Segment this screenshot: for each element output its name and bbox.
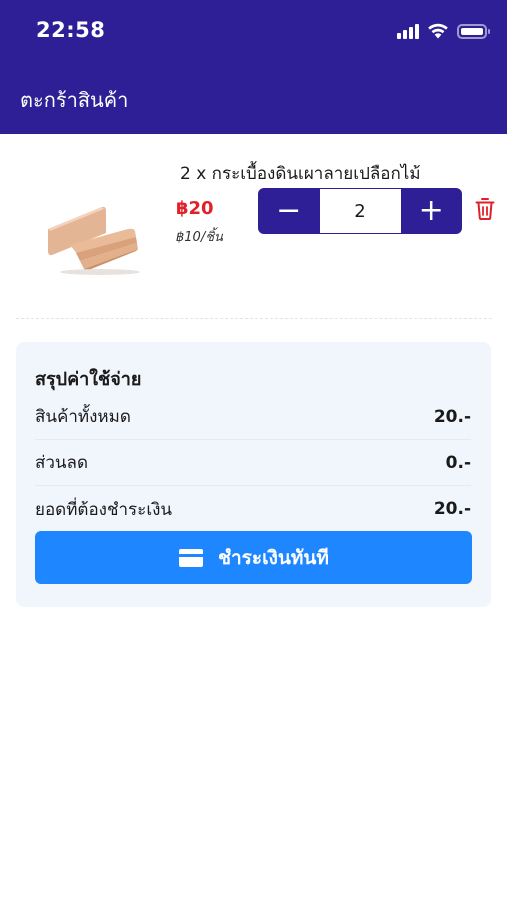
summary-row-value: 20.-: [433, 499, 471, 519]
pay-now-label: ชำระเงินทันที: [218, 546, 329, 569]
clay-tile-product-image: [48, 206, 140, 275]
summary-row-label: สินค้าทั้งหมด: [35, 407, 131, 427]
page-title: ตะกร้าสินค้า: [20, 88, 129, 112]
credit-card-icon: [179, 548, 204, 567]
battery-icon: [457, 23, 490, 39]
wifi-icon: [428, 23, 448, 39]
item-unit-price: ฿10/ชิ้น: [176, 230, 223, 245]
status-time: 22:58: [36, 18, 106, 42]
summary-row-label: ยอดที่ต้องชำระเงิน: [35, 499, 173, 520]
section-divider: [16, 318, 492, 319]
summary-card: สรุปค่าใช้จ่าย สินค้าทั้งหมด 20.- ส่วนลด…: [16, 342, 491, 607]
summary-title: สรุปค่าใช้จ่าย: [35, 369, 142, 390]
summary-row-discount: ส่วนลด 0.-: [35, 440, 471, 486]
summary-row-total: ยอดที่ต้องชำระเงิน 20.-: [35, 486, 471, 532]
decrement-button[interactable]: −: [258, 188, 320, 234]
cellular-signal-icon: [397, 23, 419, 39]
app-header: 22:58 ตะกร้าสินค้า: [0, 0, 507, 134]
trash-icon[interactable]: [474, 197, 496, 221]
summary-row-value: 0.-: [445, 452, 471, 473]
increment-button[interactable]: +: [401, 188, 463, 234]
item-name: 2 x กระเบื้องดินเผาลายเปลือกไม้: [180, 164, 421, 184]
summary-row-value: 20.-: [433, 406, 471, 427]
summary-row-subtotal: สินค้าทั้งหมด 20.-: [35, 394, 471, 440]
status-bar: 22:58: [0, 0, 507, 62]
item-price: ฿20: [176, 198, 214, 219]
quantity-stepper: − +: [258, 188, 462, 234]
summary-row-label: ส่วนลด: [35, 453, 89, 473]
quantity-input[interactable]: [319, 189, 401, 233]
cart-item: 2 x กระเบื้องดินเผาลายเปลือกไม้ ฿20 ฿10/…: [0, 134, 507, 320]
pay-now-button[interactable]: ชำระเงินทันที: [35, 531, 472, 584]
status-icons: [397, 21, 490, 41]
